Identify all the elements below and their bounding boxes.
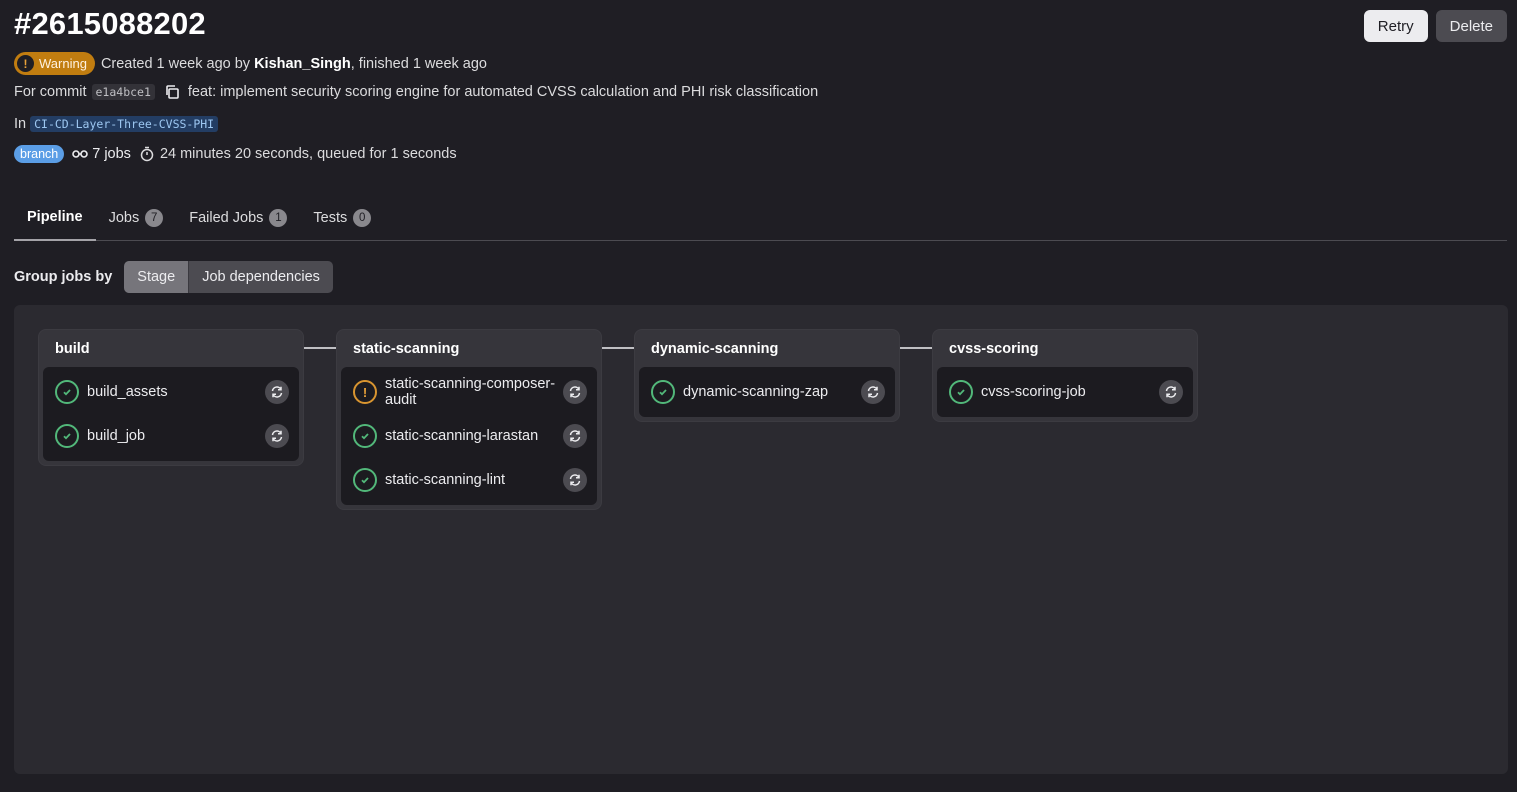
stage-static-scanning: static-scanning ! static-scanning-compos… — [336, 329, 602, 510]
pipeline-actions: Retry Delete — [1363, 10, 1507, 42]
retry-job-icon[interactable] — [1159, 380, 1183, 404]
pipeline-jobs-icon — [72, 150, 89, 158]
finished-text: , finished 1 week ago — [350, 55, 487, 72]
summary-line: branch 7 jobs 24 minutes 20 seconds, que… — [14, 145, 457, 163]
ref-type-badge: branch — [14, 145, 65, 163]
group-jobs-control: Group jobs by Stage Job dependencies — [14, 261, 333, 293]
stage-connector — [602, 347, 636, 349]
success-status-icon — [651, 380, 675, 404]
stage-connector — [900, 347, 934, 349]
ref-line: In CI-CD-Layer-Three-CVSS-PHI — [14, 116, 223, 132]
job-dynamic-scanning-zap[interactable]: dynamic-scanning-zap — [639, 370, 895, 414]
status-badge[interactable]: ! Warning — [14, 52, 95, 75]
group-by-dependencies-button[interactable]: Job dependencies — [188, 261, 333, 293]
tab-failed-jobs-label: Failed Jobs — [189, 210, 264, 226]
job-name: static-scanning-composer-audit — [385, 376, 556, 408]
success-status-icon — [949, 380, 973, 404]
group-jobs-toggle: Stage Job dependencies — [124, 261, 333, 293]
retry-job-icon[interactable] — [563, 380, 587, 404]
warning-status-icon: ! — [353, 380, 377, 404]
job-name: static-scanning-larastan — [385, 428, 539, 444]
job-cvss-scoring-job[interactable]: cvss-scoring-job — [937, 370, 1193, 414]
job-static-scanning-lint[interactable]: static-scanning-lint — [341, 458, 597, 502]
success-status-icon — [55, 380, 79, 404]
warning-icon: ! — [17, 55, 34, 72]
job-static-scanning-larastan[interactable]: static-scanning-larastan — [341, 414, 597, 458]
created-text: Created 1 week ago by — [100, 55, 251, 72]
tab-tests-count: 0 — [353, 209, 372, 227]
stage-build: build build_assets build_job — [38, 329, 304, 466]
tab-pipeline-label: Pipeline — [27, 209, 83, 225]
tab-jobs-label: Jobs — [108, 210, 140, 226]
stage-dynamic-scanning: dynamic-scanning dynamic-scanning-zap — [634, 329, 900, 422]
tab-jobs-count: 7 — [145, 209, 164, 227]
job-name: static-scanning-lint — [385, 472, 506, 488]
retry-job-icon[interactable] — [265, 380, 289, 404]
timer-icon — [140, 146, 154, 162]
duration-label: 24 minutes 20 seconds, queued for 1 seco… — [159, 146, 457, 162]
branch-link[interactable]: CI-CD-Layer-Three-CVSS-PHI — [30, 116, 219, 132]
tab-pipeline[interactable]: Pipeline — [14, 195, 96, 241]
retry-job-icon[interactable] — [563, 468, 587, 492]
tab-failed-jobs[interactable]: Failed Jobs 1 — [176, 195, 300, 241]
success-status-icon — [55, 424, 79, 448]
tab-failed-jobs-count: 1 — [269, 209, 288, 227]
jobs-count: 7 jobs — [72, 146, 131, 162]
commit-message[interactable]: feat: implement security scoring engine … — [188, 84, 818, 100]
success-status-icon — [353, 424, 377, 448]
stage-title: build — [55, 340, 90, 357]
tab-jobs[interactable]: Jobs 7 — [96, 195, 177, 241]
job-name: dynamic-scanning-zap — [683, 384, 829, 400]
copy-icon[interactable] — [164, 84, 180, 100]
retry-button[interactable]: Retry — [1363, 10, 1428, 42]
stage-title: dynamic-scanning — [651, 340, 779, 357]
job-list: dynamic-scanning-zap — [639, 367, 895, 417]
pipeline-status-line: ! Warning Created 1 week ago by Kishan_S… — [14, 52, 487, 75]
job-build-job[interactable]: build_job — [43, 414, 299, 458]
pipeline-title: #2615088202 — [14, 6, 206, 41]
delete-button[interactable]: Delete — [1435, 10, 1507, 42]
job-list: cvss-scoring-job — [937, 367, 1193, 417]
retry-job-icon[interactable] — [563, 424, 587, 448]
tab-tests-label: Tests — [313, 210, 348, 226]
jobs-count-label: 7 jobs — [92, 146, 131, 162]
stage-title: static-scanning — [353, 340, 460, 357]
stage-cvss-scoring: cvss-scoring cvss-scoring-job — [932, 329, 1198, 422]
author-link[interactable]: Kishan_Singh — [254, 56, 351, 72]
stage-connector — [304, 347, 338, 349]
job-build-assets[interactable]: build_assets — [43, 370, 299, 414]
pipeline-page: #2615088202 Retry Delete ! Warning Creat… — [0, 0, 1517, 792]
retry-job-icon[interactable] — [861, 380, 885, 404]
pipeline-tabs: Pipeline Jobs 7 Failed Jobs 1 Tests 0 — [14, 195, 1507, 241]
commit-sha[interactable]: e1a4bce1 — [91, 84, 155, 100]
job-static-scanning-composer-audit[interactable]: ! static-scanning-composer-audit — [341, 370, 597, 414]
duration: 24 minutes 20 seconds, queued for 1 seco… — [139, 146, 457, 162]
stage-title: cvss-scoring — [949, 340, 1039, 357]
job-list: ! static-scanning-composer-audit static-… — [341, 367, 597, 505]
job-name: cvss-scoring-job — [981, 384, 1086, 400]
group-jobs-label: Group jobs by — [14, 269, 113, 285]
retry-job-icon[interactable] — [265, 424, 289, 448]
tab-tests[interactable]: Tests 0 — [300, 195, 384, 241]
job-name: build_job — [87, 428, 146, 444]
group-by-stage-button[interactable]: Stage — [124, 261, 189, 293]
pipeline-graph: build build_assets build_job static-scan… — [14, 305, 1508, 774]
success-status-icon — [353, 468, 377, 492]
job-list: build_assets build_job — [43, 367, 299, 461]
status-badge-label: Warning — [39, 56, 87, 71]
job-name: build_assets — [87, 384, 168, 400]
commit-line: For commit e1a4bce1 feat: implement secu… — [14, 84, 818, 100]
commit-prefix: For commit — [14, 84, 87, 100]
ref-prefix: In — [14, 116, 27, 132]
